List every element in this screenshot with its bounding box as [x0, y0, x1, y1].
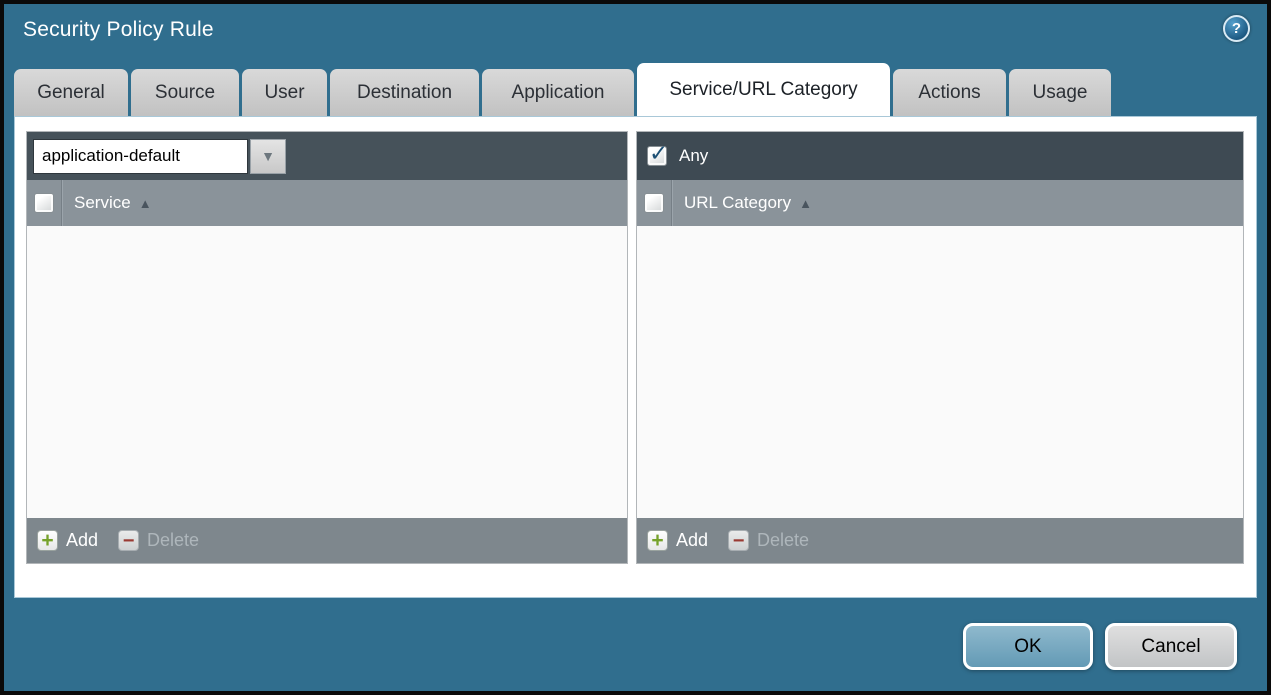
delete-url-category-label: Delete — [757, 530, 810, 550]
service-panel: ▼ Service ▲ + Add − Delete — [26, 131, 628, 564]
tab-application[interactable]: Application — [482, 69, 634, 117]
add-icon: + — [37, 530, 58, 551]
service-list — [27, 226, 627, 518]
tab-general[interactable]: General — [14, 69, 128, 117]
delete-icon: − — [118, 530, 140, 551]
tab-bar: General Source User Destination Applicat… — [14, 63, 1111, 117]
help-icon[interactable]: ? — [1223, 15, 1250, 42]
tab-actions[interactable]: Actions — [893, 69, 1006, 117]
url-category-panel: ✓ Any URL Category ▲ + Add − Delete — [636, 131, 1244, 564]
service-type-dropdown-button[interactable]: ▼ — [250, 138, 286, 174]
question-mark-glyph: ? — [1231, 20, 1242, 37]
service-column-label: Service — [74, 193, 131, 212]
ok-button[interactable]: OK — [963, 623, 1093, 670]
security-policy-rule-dialog: Security Policy Rule ? General Source Us… — [0, 0, 1271, 695]
dialog-title: Security Policy Rule — [23, 18, 214, 41]
url-category-table-header: URL Category ▲ — [637, 180, 1243, 226]
tab-service-url-category[interactable]: Service/URL Category — [637, 63, 890, 117]
checkmark-icon: ✓ — [649, 140, 669, 166]
any-label: Any — [679, 146, 709, 165]
delete-url-category-button[interactable]: − Delete — [728, 530, 809, 551]
url-category-any-bar: ✓ Any — [637, 132, 1243, 180]
delete-service-label: Delete — [147, 530, 200, 550]
add-url-category-button[interactable]: + Add — [647, 530, 708, 551]
service-table-header: Service ▲ — [27, 180, 627, 226]
url-category-footer-toolbar: + Add − Delete — [637, 518, 1243, 563]
tab-destination[interactable]: Destination — [330, 69, 479, 117]
tab-source[interactable]: Source — [131, 69, 239, 117]
dialog-content: ▼ Service ▲ + Add − Delete — [15, 117, 1256, 597]
sort-ascending-icon: ▲ — [799, 195, 812, 211]
service-toolbar: ▼ — [27, 132, 627, 180]
any-url-category-checkbox[interactable]: ✓ — [647, 140, 668, 166]
add-icon: + — [647, 530, 668, 551]
add-service-button[interactable]: + Add — [37, 530, 98, 551]
sort-ascending-icon: ▲ — [138, 195, 152, 211]
delete-service-button[interactable]: − Delete — [118, 530, 199, 551]
delete-icon: − — [728, 530, 750, 551]
url-category-column-label: URL Category — [684, 193, 792, 212]
cancel-button[interactable]: Cancel — [1105, 623, 1237, 670]
dropdown-arrow-icon: ▼ — [261, 148, 275, 164]
add-service-label: Add — [66, 530, 99, 550]
tab-user[interactable]: User — [242, 69, 327, 117]
add-url-category-label: Add — [676, 530, 709, 550]
tab-usage[interactable]: Usage — [1009, 69, 1111, 117]
service-type-input[interactable] — [33, 138, 248, 174]
service-footer-toolbar: + Add − Delete — [27, 518, 627, 563]
select-all-services-checkbox[interactable] — [34, 193, 54, 213]
dialog-action-buttons: OK Cancel — [963, 623, 1237, 670]
select-all-url-categories-checkbox[interactable] — [644, 193, 664, 213]
url-category-list — [637, 226, 1243, 518]
